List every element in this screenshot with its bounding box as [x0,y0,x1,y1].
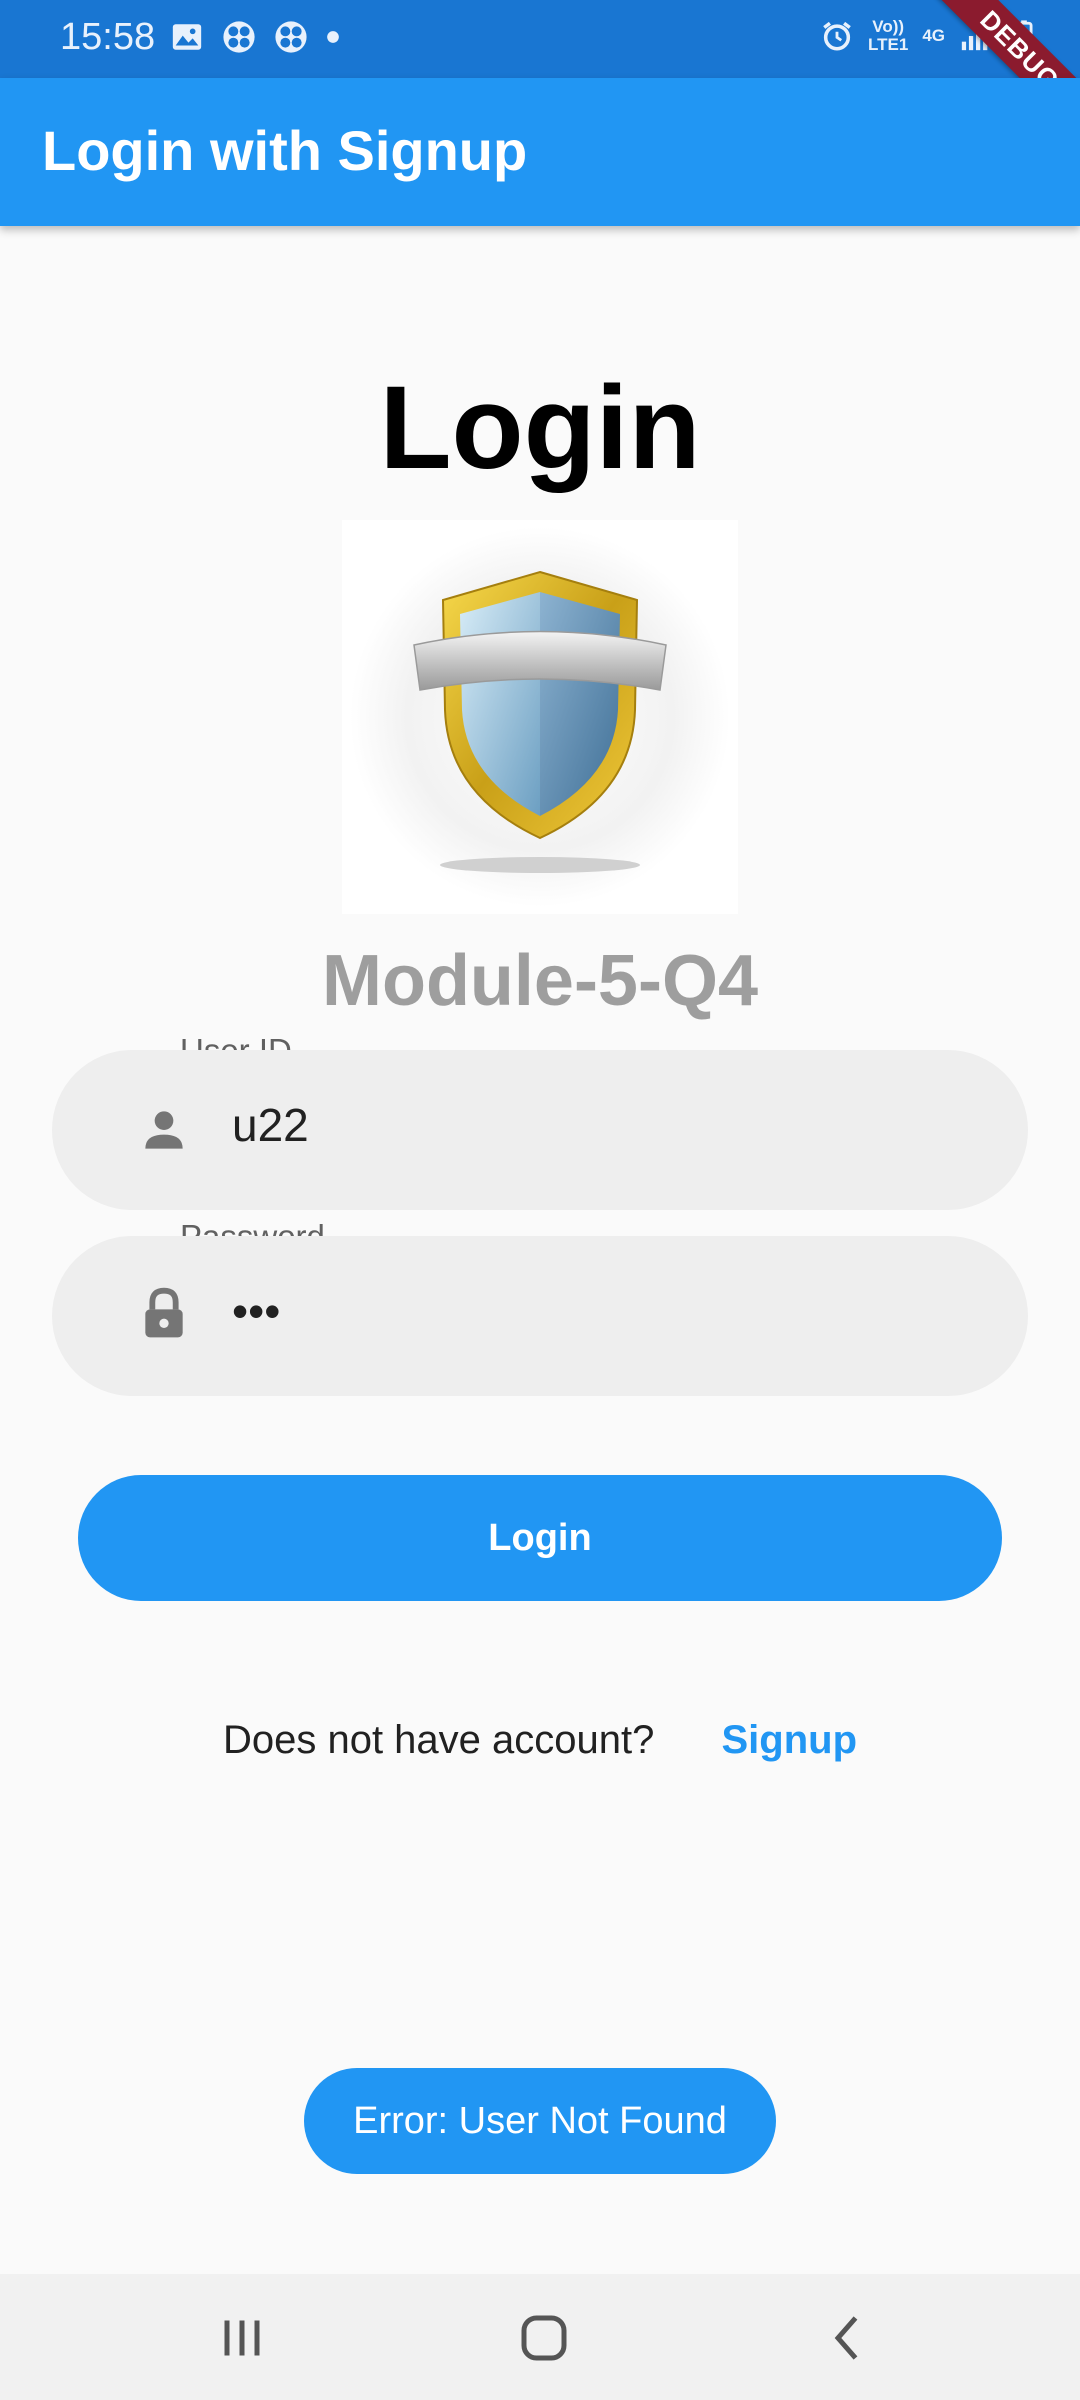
signup-row: Does not have account? Signup [0,1718,1080,1763]
home-icon[interactable] [514,2308,574,2368]
user-id-input[interactable] [232,1098,1012,1152]
network-label: Vo)) LTE1 [868,18,908,54]
back-icon[interactable] [818,2308,878,2368]
status-bar: 15:58 Vo)) LTE1 4G [0,0,1080,78]
network-type-label: 4G [922,26,945,45]
page-title: Login [379,362,701,494]
volte-label: Vo)) [872,17,905,36]
password-input[interactable]: ••• [232,1284,1012,1338]
system-nav-bar [0,2274,1080,2400]
lte-label: LTE1 [868,35,909,54]
lock-icon [145,1287,183,1338]
app-bar: Login with Signup [0,78,1080,226]
login-button[interactable]: Login [78,1475,1002,1601]
shield-icon [350,527,730,907]
pinwheel-icon [275,21,307,53]
recent-apps-icon[interactable] [212,2308,272,2368]
signup-prompt: Does not have account? [222,1718,655,1762]
alarm-icon [823,21,851,51]
user-id-field[interactable] [52,1050,1028,1210]
shield-logo [342,520,738,914]
error-toast: Error: User Not Found [304,2068,776,2174]
pinwheel-icon [223,21,255,53]
person-icon [145,1111,183,1149]
signup-link[interactable]: Signup [722,1718,858,1762]
status-notification-icons [170,20,340,54]
module-subtitle: Module-5-Q4 [321,941,758,1021]
image-icon [172,24,202,50]
app-bar-title: Login with Signup [42,119,528,182]
dot-icon [327,31,339,43]
password-field[interactable]: ••• [52,1236,1028,1396]
status-time: 15:58 [60,16,156,58]
